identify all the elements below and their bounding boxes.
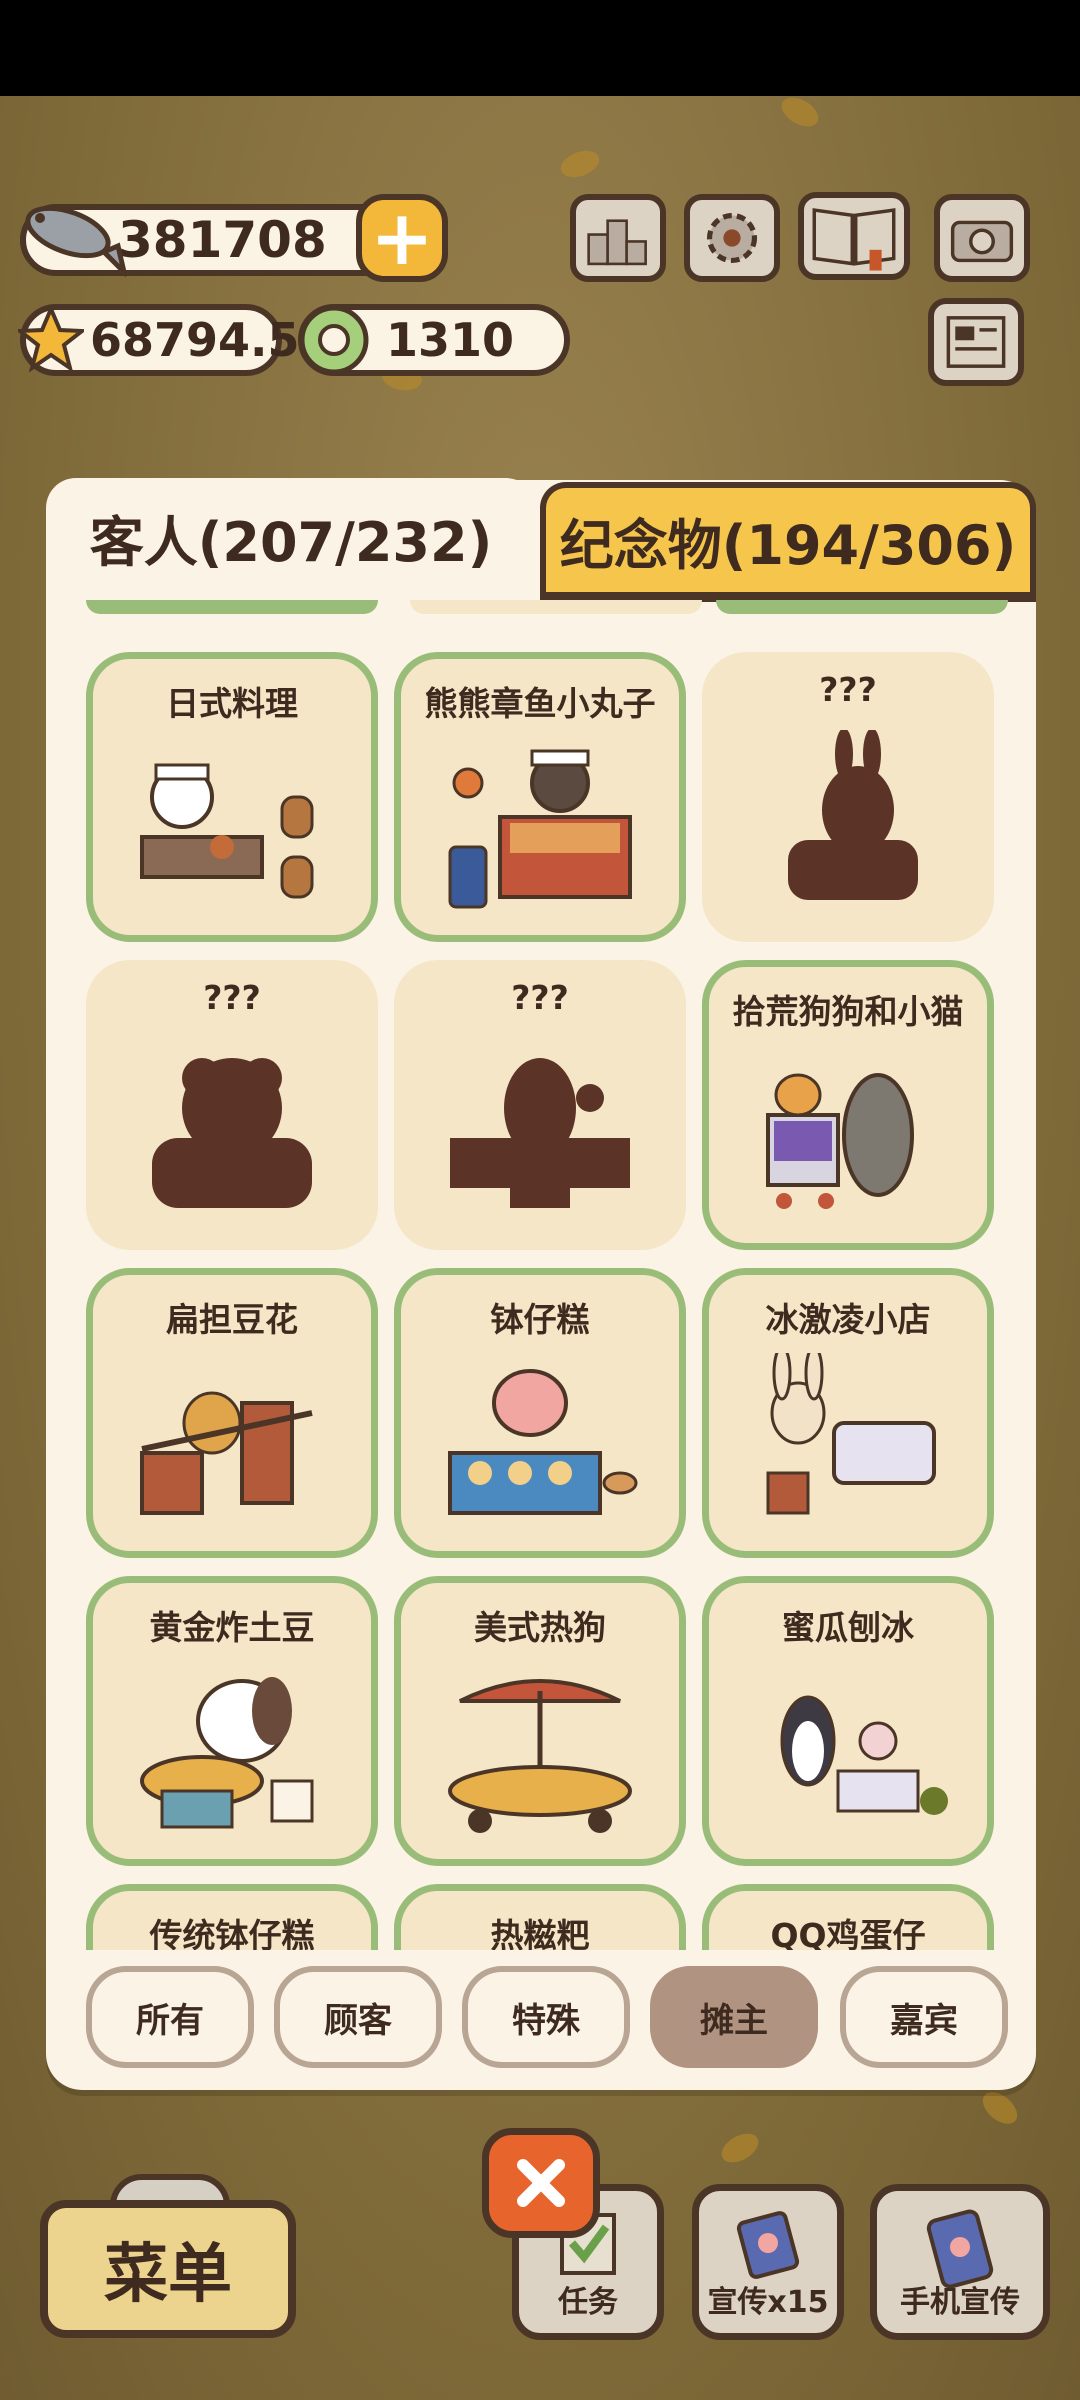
camera-button[interactable] [934, 194, 1030, 282]
camera-icon [950, 220, 1014, 263]
guest-card-title: 扁担豆花 [166, 1300, 298, 1339]
guest-card[interactable]: 熊熊章鱼小丸子 [394, 652, 686, 942]
newspaper-button[interactable] [928, 298, 1024, 386]
guest-card-title: 蜜瓜刨冰 [782, 1608, 914, 1647]
guest-card[interactable]: 蜜瓜刨冰 [702, 1576, 994, 1866]
add-fish-button[interactable]: + [356, 194, 448, 282]
bear-takoyaki-illustration [448, 749, 632, 909]
settings-button[interactable] [684, 194, 780, 282]
podium-icon [587, 219, 647, 266]
bowl-cake-pig-illustration [448, 1369, 638, 1515]
ice-cream-shop-illustration [766, 1353, 936, 1515]
close-button[interactable] [482, 2128, 600, 2238]
guest-card-title: ??? [819, 670, 877, 709]
guest-card-title: 日式料理 [166, 684, 298, 723]
guest-card-title: ??? [203, 978, 261, 1017]
fish-icon [25, 205, 126, 278]
promote-button[interactable]: 宣传x15 [692, 2184, 844, 2340]
guest-card[interactable]: 黄金炸土豆 [86, 1576, 378, 1866]
guest-card-title: 美式热狗 [474, 1608, 606, 1647]
filter-label: 嘉宾 [890, 2000, 958, 2041]
star-icon [18, 306, 84, 372]
locked-silhouette-illustration [788, 730, 918, 900]
filter-label: 摊主 [700, 2000, 768, 2041]
newspaper-icon [946, 316, 1006, 368]
guest-card-title: 热糍粑 [490, 1916, 590, 1950]
star-count: 68794.5 [90, 313, 300, 367]
japanese-cuisine-illustration [140, 763, 314, 899]
melon-shaved-ice-illustration [780, 1695, 948, 1815]
promote-label: 宣传x15 [707, 2285, 829, 2320]
filter-label: 特殊 [512, 2000, 580, 2041]
locked-silhouette-illustration [152, 1058, 312, 1208]
open-book-icon [812, 208, 896, 271]
guest-card[interactable]: 传统钵仔糕 [86, 1884, 378, 1950]
tofu-pudding-illustration [140, 1391, 313, 1515]
filter-guests[interactable]: 嘉宾 [840, 1966, 1008, 2068]
guest-card[interactable]: 拾荒狗狗和小猫 [702, 960, 994, 1250]
filter-label: 所有 [136, 2000, 204, 2041]
golden-fries-illustration [140, 1677, 314, 1829]
close-icon [517, 2159, 565, 2207]
phone-promote-button[interactable]: 手机宣传 [870, 2184, 1050, 2340]
guest-card-title: 熊熊章鱼小丸子 [424, 684, 656, 723]
filter-vendors[interactable]: 摊主 [650, 1966, 818, 2068]
tab-souvenirs[interactable]: 纪念物(194/306) [540, 482, 1036, 602]
tab-guests-label: 客人(207/232) [89, 510, 493, 574]
tab-souvenirs-label: 纪念物(194/306) [559, 513, 1017, 577]
guest-card-title: 冰激凌小店 [765, 1300, 931, 1339]
scavenger-dog-cat-illustration [766, 1073, 914, 1209]
guest-card-title: QQ鸡蛋仔 [770, 1916, 926, 1950]
filter-customers[interactable]: 顾客 [274, 1966, 442, 2068]
guest-card[interactable]: 日式料理 [86, 652, 378, 942]
phone-icon [926, 2209, 994, 2289]
guest-card[interactable]: 扁担豆花 [86, 1268, 378, 1558]
guest-card[interactable]: 冰激凌小店 [702, 1268, 994, 1558]
locked-silhouette-illustration [450, 1058, 630, 1208]
guest-card[interactable]: QQ鸡蛋仔 [702, 1884, 994, 1950]
guest-card-title: 钵仔糕 [490, 1300, 590, 1339]
tasks-label: 任务 [558, 2285, 618, 2320]
filter-all[interactable]: 所有 [86, 1966, 254, 2068]
status-bar [0, 0, 1080, 96]
guest-grid[interactable]: 日式料理 熊熊章鱼小丸子 ??? ??? ??? 拾荒狗狗和小猫 扁担豆花 钵仔… [46, 600, 1036, 1950]
gear-icon [706, 212, 758, 264]
filter-special[interactable]: 特殊 [462, 1966, 630, 2068]
guest-card[interactable]: 热糍粑 [394, 1884, 686, 1950]
fish-count: 381708 [118, 211, 327, 269]
guest-card-title: 黄金炸土豆 [149, 1608, 315, 1647]
filter-label: 顾客 [324, 2000, 392, 2041]
guest-card[interactable]: 美式热狗 [394, 1576, 686, 1866]
menu-button[interactable]: 菜单 [40, 2200, 296, 2338]
american-hotdog-illustration [448, 1679, 632, 1833]
catalog-book-button[interactable] [798, 192, 910, 280]
guest-card-title: 拾荒狗狗和小猫 [732, 992, 964, 1031]
menu-label: 菜单 [104, 2238, 232, 2312]
guest-card-locked[interactable]: ??? [702, 652, 994, 942]
guest-card-title: ??? [511, 978, 569, 1017]
flyer-icon [736, 2211, 800, 2279]
guest-card-locked[interactable]: ??? [86, 960, 378, 1250]
guest-card[interactable]: 钵仔糕 [394, 1268, 686, 1558]
coin-count: 1310 [386, 313, 515, 367]
leaderboard-button[interactable] [570, 194, 666, 282]
tab-guests[interactable]: 客人(207/232) [46, 478, 536, 596]
ring-coin-icon [299, 305, 369, 375]
guest-card-title: 传统钵仔糕 [149, 1916, 315, 1950]
guest-card-locked[interactable]: ??? [394, 960, 686, 1250]
